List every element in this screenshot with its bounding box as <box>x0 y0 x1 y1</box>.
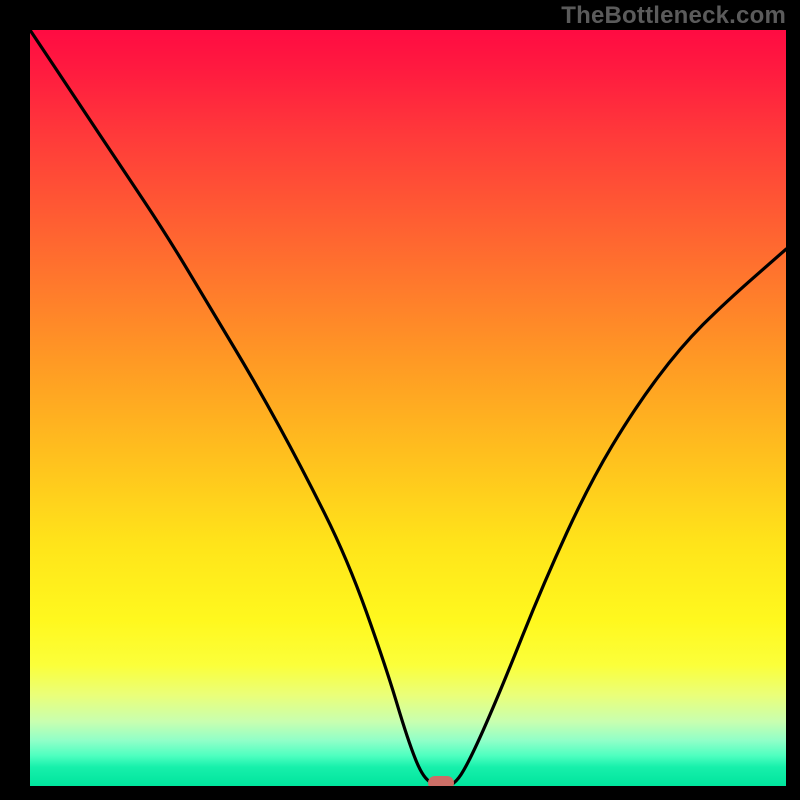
optimal-point-marker <box>428 776 454 786</box>
bottleneck-curve <box>30 30 786 786</box>
chart-container: TheBottleneck.com <box>0 0 800 800</box>
watermark-text: TheBottleneck.com <box>561 2 786 30</box>
plot-area <box>30 30 786 786</box>
curve-path <box>30 30 786 786</box>
